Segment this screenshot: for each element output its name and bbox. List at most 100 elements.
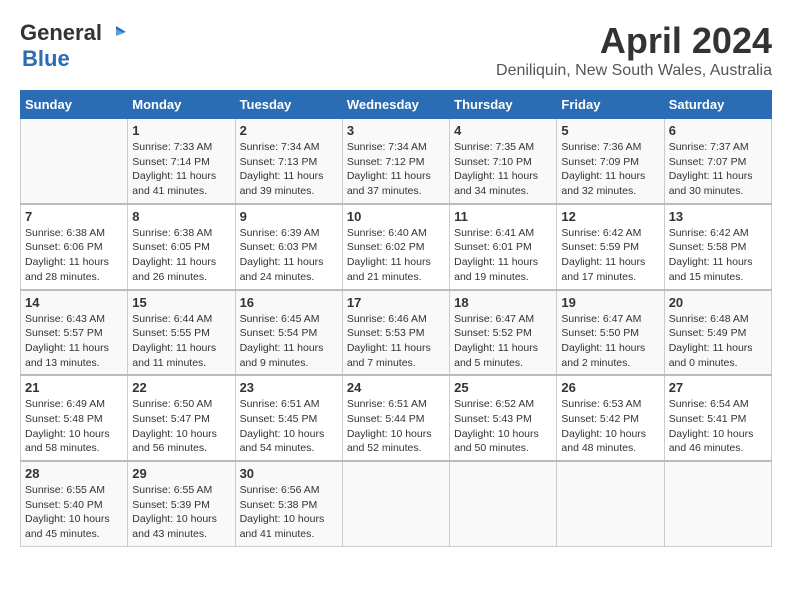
calendar-cell: 11 Sunrise: 6:41 AM Sunset: 6:01 PM Dayli…	[450, 204, 557, 290]
day-number: 23	[240, 380, 338, 395]
logo-text-blue: Blue	[22, 46, 70, 72]
day-number: 14	[25, 295, 123, 310]
column-header-saturday: Saturday	[664, 91, 771, 119]
calendar-header-row: SundayMondayTuesdayWednesdayThursdayFrid…	[21, 91, 772, 119]
calendar-cell: 5 Sunrise: 7:36 AM Sunset: 7:09 PM Daylig…	[557, 119, 664, 204]
calendar-cell: 30 Sunrise: 6:56 AM Sunset: 5:38 PM Dayli…	[235, 461, 342, 546]
day-info: Sunrise: 6:55 AM Sunset: 5:40 PM Dayligh…	[25, 483, 123, 542]
day-info: Sunrise: 6:50 AM Sunset: 5:47 PM Dayligh…	[132, 397, 230, 456]
calendar-cell: 28 Sunrise: 6:55 AM Sunset: 5:40 PM Dayli…	[21, 461, 128, 546]
calendar-cell: 7Sunrise: 6:38 AM Sunset: 6:06 PM Daylig…	[21, 204, 128, 290]
day-info: Sunrise: 6:46 AM Sunset: 5:53 PM Dayligh…	[347, 312, 445, 371]
column-header-monday: Monday	[128, 91, 235, 119]
day-info: Sunrise: 6:52 AM Sunset: 5:43 PM Dayligh…	[454, 397, 552, 456]
day-number: 5	[561, 123, 659, 138]
logo: General Blue	[20, 20, 126, 72]
day-info: Sunrise: 7:33 AM Sunset: 7:14 PM Dayligh…	[132, 140, 230, 199]
column-header-wednesday: Wednesday	[342, 91, 449, 119]
day-info: Sunrise: 7:34 AM Sunset: 7:13 PM Dayligh…	[240, 140, 338, 199]
day-number: 29	[132, 466, 230, 481]
logo-bird-icon	[104, 22, 126, 44]
calendar-cell: 4Sunrise: 7:35 AM Sunset: 7:10 PM Daylig…	[450, 119, 557, 204]
calendar-cell	[21, 119, 128, 204]
day-number: 27	[669, 380, 767, 395]
day-number: 17	[347, 295, 445, 310]
calendar-cell: 1 Sunrise: 7:33 AM Sunset: 7:14 PM Daylig…	[128, 119, 235, 204]
day-info: Sunrise: 6:53 AM Sunset: 5:42 PM Dayligh…	[561, 397, 659, 456]
calendar-week-row: 1 Sunrise: 7:33 AM Sunset: 7:14 PM Daylig…	[21, 119, 772, 204]
calendar-cell	[557, 461, 664, 546]
day-number: 4	[454, 123, 552, 138]
day-number: 1	[132, 123, 230, 138]
day-info: Sunrise: 6:55 AM Sunset: 5:39 PM Dayligh…	[132, 483, 230, 542]
day-info: Sunrise: 6:48 AM Sunset: 5:49 PM Dayligh…	[669, 312, 767, 371]
calendar-week-row: 7Sunrise: 6:38 AM Sunset: 6:06 PM Daylig…	[21, 204, 772, 290]
day-number: 12	[561, 209, 659, 224]
day-number: 11	[454, 209, 552, 224]
calendar-cell	[342, 461, 449, 546]
day-number: 13	[669, 209, 767, 224]
page-title: April 2024	[496, 20, 772, 62]
day-info: Sunrise: 6:51 AM Sunset: 5:45 PM Dayligh…	[240, 397, 338, 456]
day-number: 28	[25, 466, 123, 481]
day-info: Sunrise: 6:56 AM Sunset: 5:38 PM Dayligh…	[240, 483, 338, 542]
day-number: 26	[561, 380, 659, 395]
calendar-cell	[450, 461, 557, 546]
day-number: 20	[669, 295, 767, 310]
calendar-cell: 26 Sunrise: 6:53 AM Sunset: 5:42 PM Dayli…	[557, 375, 664, 461]
day-info: Sunrise: 6:51 AM Sunset: 5:44 PM Dayligh…	[347, 397, 445, 456]
day-number: 2	[240, 123, 338, 138]
day-info: Sunrise: 6:40 AM Sunset: 6:02 PM Dayligh…	[347, 226, 445, 285]
day-info: Sunrise: 6:44 AM Sunset: 5:55 PM Dayligh…	[132, 312, 230, 371]
day-info: Sunrise: 7:34 AM Sunset: 7:12 PM Dayligh…	[347, 140, 445, 199]
day-info: Sunrise: 6:39 AM Sunset: 6:03 PM Dayligh…	[240, 226, 338, 285]
column-header-friday: Friday	[557, 91, 664, 119]
day-info: Sunrise: 6:42 AM Sunset: 5:59 PM Dayligh…	[561, 226, 659, 285]
day-info: Sunrise: 6:38 AM Sunset: 6:05 PM Dayligh…	[132, 226, 230, 285]
day-info: Sunrise: 6:41 AM Sunset: 6:01 PM Dayligh…	[454, 226, 552, 285]
calendar-cell: 27Sunrise: 6:54 AM Sunset: 5:41 PM Dayli…	[664, 375, 771, 461]
column-header-tuesday: Tuesday	[235, 91, 342, 119]
calendar-cell: 17 Sunrise: 6:46 AM Sunset: 5:53 PM Dayli…	[342, 290, 449, 376]
day-info: Sunrise: 6:47 AM Sunset: 5:50 PM Dayligh…	[561, 312, 659, 371]
day-number: 15	[132, 295, 230, 310]
day-info: Sunrise: 6:43 AM Sunset: 5:57 PM Dayligh…	[25, 312, 123, 371]
calendar-cell: 14 Sunrise: 6:43 AM Sunset: 5:57 PM Dayli…	[21, 290, 128, 376]
calendar-cell: 6Sunrise: 7:37 AM Sunset: 7:07 PM Daylig…	[664, 119, 771, 204]
calendar-cell: 20 Sunrise: 6:48 AM Sunset: 5:49 PM Dayli…	[664, 290, 771, 376]
column-header-sunday: Sunday	[21, 91, 128, 119]
day-info: Sunrise: 6:38 AM Sunset: 6:06 PM Dayligh…	[25, 226, 123, 285]
page-subtitle: Deniliquin, New South Wales, Australia	[496, 62, 772, 80]
day-number: 21	[25, 380, 123, 395]
day-number: 30	[240, 466, 338, 481]
day-number: 18	[454, 295, 552, 310]
day-info: Sunrise: 6:49 AM Sunset: 5:48 PM Dayligh…	[25, 397, 123, 456]
day-info: Sunrise: 7:36 AM Sunset: 7:09 PM Dayligh…	[561, 140, 659, 199]
day-number: 24	[347, 380, 445, 395]
day-info: Sunrise: 7:37 AM Sunset: 7:07 PM Dayligh…	[669, 140, 767, 199]
calendar-cell	[664, 461, 771, 546]
calendar-week-row: 21 Sunrise: 6:49 AM Sunset: 5:48 PM Dayli…	[21, 375, 772, 461]
day-info: Sunrise: 6:45 AM Sunset: 5:54 PM Dayligh…	[240, 312, 338, 371]
day-number: 9	[240, 209, 338, 224]
page-header: General Blue April 2024 Deniliquin, New …	[20, 20, 772, 80]
day-number: 16	[240, 295, 338, 310]
calendar-cell: 25Sunrise: 6:52 AM Sunset: 5:43 PM Dayli…	[450, 375, 557, 461]
calendar-cell: 2 Sunrise: 7:34 AM Sunset: 7:13 PM Daylig…	[235, 119, 342, 204]
calendar-cell: 10Sunrise: 6:40 AM Sunset: 6:02 PM Dayli…	[342, 204, 449, 290]
day-number: 8	[132, 209, 230, 224]
calendar-cell: 19Sunrise: 6:47 AM Sunset: 5:50 PM Dayli…	[557, 290, 664, 376]
calendar-cell: 8 Sunrise: 6:38 AM Sunset: 6:05 PM Daylig…	[128, 204, 235, 290]
calendar-cell: 22Sunrise: 6:50 AM Sunset: 5:47 PM Dayli…	[128, 375, 235, 461]
calendar-cell: 24 Sunrise: 6:51 AM Sunset: 5:44 PM Dayli…	[342, 375, 449, 461]
calendar-cell: 16 Sunrise: 6:45 AM Sunset: 5:54 PM Dayli…	[235, 290, 342, 376]
calendar-cell: 21 Sunrise: 6:49 AM Sunset: 5:48 PM Dayli…	[21, 375, 128, 461]
column-header-thursday: Thursday	[450, 91, 557, 119]
calendar-cell: 13Sunrise: 6:42 AM Sunset: 5:58 PM Dayli…	[664, 204, 771, 290]
logo-text-general: General	[20, 20, 102, 46]
calendar-week-row: 14 Sunrise: 6:43 AM Sunset: 5:57 PM Dayli…	[21, 290, 772, 376]
title-block: April 2024 Deniliquin, New South Wales, …	[496, 20, 772, 80]
calendar-cell: 9 Sunrise: 6:39 AM Sunset: 6:03 PM Daylig…	[235, 204, 342, 290]
day-info: Sunrise: 6:47 AM Sunset: 5:52 PM Dayligh…	[454, 312, 552, 371]
calendar-cell: 3Sunrise: 7:34 AM Sunset: 7:12 PM Daylig…	[342, 119, 449, 204]
